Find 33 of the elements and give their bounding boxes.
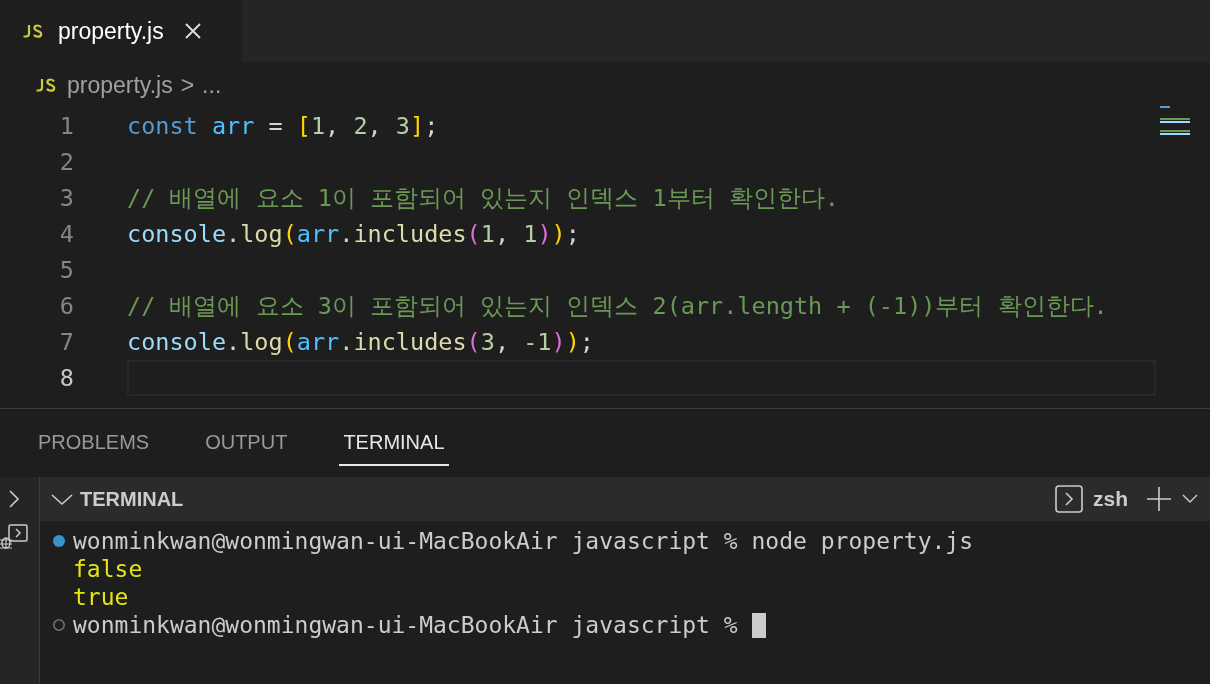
line-number: 7 bbox=[58, 328, 74, 356]
terminal-output: false bbox=[73, 556, 143, 582]
code-line: console.log(arr.includes(1, 1)); bbox=[127, 220, 580, 248]
terminal-title: TERMINAL bbox=[80, 487, 184, 511]
line-number: 2 bbox=[58, 148, 74, 176]
line-number: 8 bbox=[58, 364, 74, 392]
editor-tab[interactable]: property.js bbox=[0, 0, 242, 62]
line-number: 6 bbox=[58, 292, 74, 320]
breadcrumb-item[interactable]: property.js bbox=[67, 71, 173, 99]
javascript-file-icon bbox=[35, 77, 57, 93]
plus-icon bbox=[1146, 486, 1172, 512]
chevron-right-icon bbox=[6, 489, 21, 509]
code-line: console.log(arr.includes(3, -1)); bbox=[127, 328, 594, 356]
chevron-down-icon bbox=[1182, 494, 1198, 504]
terminal-output: true bbox=[73, 584, 129, 610]
code-line: // 배열에 요소 3이 포함되어 있는지 인덱스 2(arr.length + (-1))부터 확인한다. bbox=[127, 291, 1108, 322]
code-line: // 배열에 요소 1이 포함되어 있는지 인덱스 1부터 확인한다. bbox=[127, 183, 839, 214]
shell-name[interactable]: zsh bbox=[1093, 487, 1128, 511]
line-number: 5 bbox=[58, 256, 74, 284]
line-number: 1 bbox=[58, 112, 74, 140]
close-icon bbox=[183, 22, 202, 40]
panel-tab[interactable]: PROBLEMS bbox=[34, 420, 154, 466]
breadcrumb-item[interactable]: ... bbox=[202, 71, 222, 99]
javascript-file-icon bbox=[22, 23, 44, 39]
line-number: 4 bbox=[58, 220, 74, 248]
line-number: 3 bbox=[58, 184, 74, 212]
breadcrumb-separator: > bbox=[180, 71, 195, 99]
terminal-prompt: wonminkwan@wonmingwan-ui-MacBookAir javascript % node property.js bbox=[73, 528, 974, 554]
code-line: const arr = [1, 2, 3]; bbox=[127, 112, 439, 140]
panel-tab[interactable]: OUTPUT bbox=[201, 420, 292, 466]
panel-tab[interactable]: TERMINAL bbox=[339, 420, 449, 466]
terminal-icon bbox=[1055, 485, 1083, 513]
terminal-prompt: wonminkwan@wonmingwan-ui-MacBookAir javascript % bbox=[73, 612, 739, 638]
